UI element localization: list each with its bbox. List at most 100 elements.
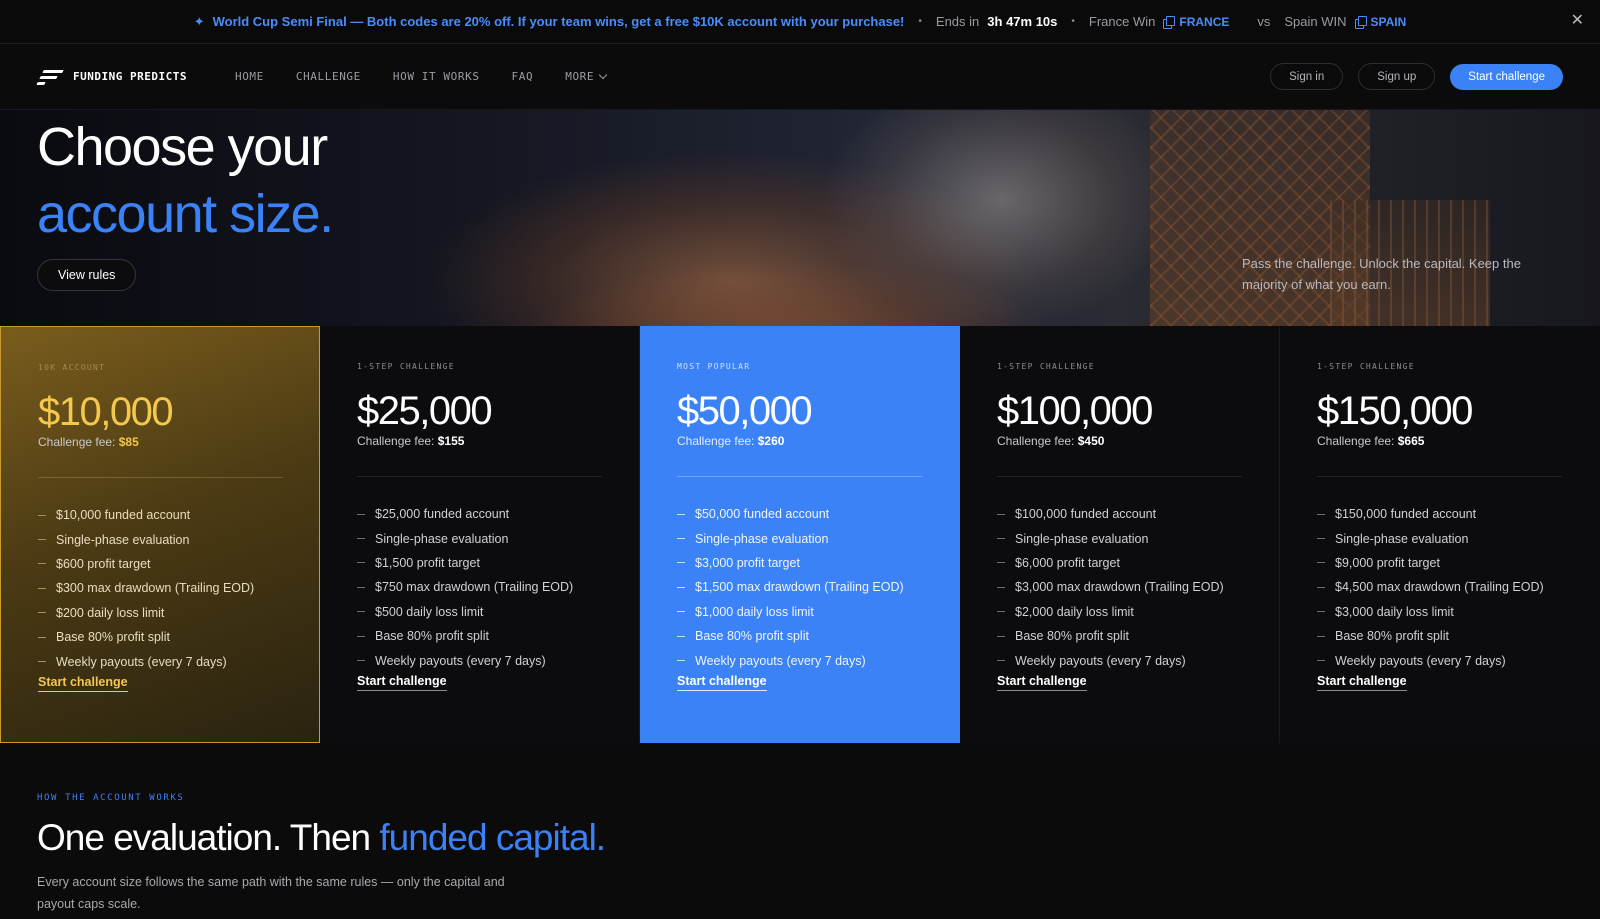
section-title: One evaluation. Then funded capital.	[37, 815, 737, 861]
feature-list: $10,000 funded account Single-phase eval…	[38, 503, 282, 674]
fee-value: $450	[1077, 434, 1105, 448]
copy-icon	[1354, 15, 1367, 29]
feature-item: Weekly payouts (every 7 days)	[357, 648, 602, 672]
feature-item: Base 80% profit split	[38, 625, 282, 649]
dash-icon	[357, 538, 365, 540]
spain-code: SPAIN	[1370, 14, 1407, 29]
dash-icon	[357, 635, 365, 637]
sparkle-icon: ✦	[193, 13, 205, 29]
fee-label: Challenge fee:	[38, 435, 116, 449]
plan-card-100k[interactable]: 1-STEP CHALLENGE $100,000 Challenge fee:…	[960, 326, 1280, 743]
feature-list: $150,000 funded account Single-phase eva…	[1317, 502, 1563, 673]
fee-label: Challenge fee:	[357, 434, 435, 448]
spain-code-button[interactable]: SPAIN	[1354, 14, 1407, 29]
feature-text: Weekly payouts (every 7 days)	[375, 653, 546, 668]
nav-challenge[interactable]: CHALLENGE	[296, 70, 361, 83]
start-challenge-link[interactable]: Start challenge	[357, 674, 447, 691]
feature-text: Base 80% profit split	[56, 630, 170, 645]
feature-item: $1,500 max drawdown (Trailing EOD)	[677, 575, 923, 599]
dash-icon	[38, 612, 46, 614]
feature-item: $1,500 profit target	[357, 551, 602, 575]
dash-icon	[997, 635, 1005, 637]
nav-home[interactable]: HOME	[235, 70, 264, 83]
divider	[38, 477, 283, 478]
dash-icon	[1317, 611, 1325, 613]
hero-section: Choose your account size. View rules Pas…	[0, 110, 1600, 326]
feature-item: $600 profit target	[38, 552, 282, 576]
dash-icon	[357, 586, 365, 588]
feature-item: $9,000 profit target	[1317, 551, 1563, 575]
feature-text: Single-phase evaluation	[1015, 531, 1149, 546]
separator-dot: •	[918, 16, 922, 27]
feature-item: $200 daily loss limit	[38, 601, 282, 625]
plan-card-25k[interactable]: 1-STEP CHALLENGE $25,000 Challenge fee: …	[320, 326, 640, 743]
feature-item: Base 80% profit split	[677, 624, 923, 648]
view-rules-button[interactable]: View rules	[37, 259, 137, 291]
divider	[1317, 476, 1562, 477]
dash-icon	[997, 586, 1005, 588]
feature-text: $2,000 daily loss limit	[1015, 604, 1134, 619]
feature-text: Single-phase evaluation	[1335, 531, 1469, 546]
plan-price: $10,000	[38, 390, 174, 434]
feature-text: Weekly payouts (every 7 days)	[1015, 653, 1186, 668]
plan-fee: Challenge fee: $85	[38, 435, 282, 449]
dash-icon	[1317, 586, 1325, 588]
nav-more-label: MORE	[565, 70, 595, 83]
feature-item: Base 80% profit split	[997, 624, 1242, 648]
feature-item: $4,500 max drawdown (Trailing EOD)	[1317, 575, 1563, 599]
dash-icon	[38, 539, 46, 541]
promo-banner: ✦ World Cup Semi Final — Both codes are …	[0, 0, 1600, 44]
dash-icon	[997, 660, 1005, 662]
start-challenge-link[interactable]: Start challenge	[1317, 674, 1407, 691]
sign-up-button[interactable]: Sign up	[1358, 63, 1436, 90]
plan-fee: Challenge fee: $260	[677, 434, 923, 448]
feature-text: Weekly payouts (every 7 days)	[695, 653, 866, 668]
feature-item: Single-phase evaluation	[38, 527, 282, 551]
france-code-button[interactable]: FRANCE	[1163, 15, 1229, 29]
feature-text: $100,000 funded account	[1015, 507, 1157, 522]
feature-item: Weekly payouts (every 7 days)	[38, 649, 282, 673]
feature-item: $750 max drawdown (Trailing EOD)	[357, 575, 602, 599]
fee-value: $260	[757, 434, 785, 448]
feature-text: $1,000 daily loss limit	[695, 604, 814, 619]
section-eyebrow: HOW THE ACCOUNT WORKS	[37, 793, 185, 803]
feature-text: Base 80% profit split	[1015, 629, 1129, 644]
brand-logo[interactable]: FUNDING PREDICTS	[36, 69, 187, 85]
feature-text: $500 daily loss limit	[375, 604, 484, 619]
dash-icon	[357, 611, 365, 613]
nav-more[interactable]: MORE	[565, 70, 608, 83]
dash-icon	[357, 562, 365, 564]
close-icon[interactable]: ✕	[1571, 12, 1584, 30]
feature-item: $3,000 profit target	[677, 551, 923, 575]
feature-item: $500 daily loss limit	[357, 600, 602, 624]
fee-label: Challenge fee:	[997, 434, 1075, 448]
feature-text: $50,000 funded account	[695, 507, 830, 522]
start-challenge-link[interactable]: Start challenge	[997, 674, 1087, 691]
copy-icon	[1163, 15, 1176, 29]
page-title: Choose your account size.	[37, 114, 334, 248]
logo-mark-icon	[36, 69, 64, 85]
sign-in-button[interactable]: Sign in	[1270, 63, 1344, 90]
feature-text: $3,000 max drawdown (Trailing EOD)	[1015, 580, 1224, 595]
plan-card-50k[interactable]: MOST POPULAR $50,000 Challenge fee: $260…	[640, 326, 960, 743]
plans-grid: 10K ACCOUNT $10,000 Challenge fee: $85 $…	[0, 326, 1600, 743]
team2-label: Spain WIN	[1284, 14, 1347, 29]
dash-icon	[1317, 660, 1325, 662]
start-challenge-button[interactable]: Start challenge	[1450, 63, 1563, 90]
feature-item: $300 max drawdown (Trailing EOD)	[38, 576, 282, 600]
dash-icon	[1317, 538, 1325, 540]
plan-card-150k[interactable]: 1-STEP CHALLENGE $150,000 Challenge fee:…	[1280, 326, 1600, 743]
dash-icon	[38, 587, 46, 589]
fee-value: $665	[1397, 434, 1425, 448]
feature-text: $150,000 funded account	[1335, 507, 1477, 522]
plan-tag: 10K ACCOUNT	[38, 363, 106, 372]
start-challenge-link[interactable]: Start challenge	[677, 674, 767, 691]
feature-text: Base 80% profit split	[695, 629, 809, 644]
plan-card-10k[interactable]: 10K ACCOUNT $10,000 Challenge fee: $85 $…	[0, 326, 320, 743]
nav-faq[interactable]: FAQ	[512, 70, 534, 83]
dash-icon	[677, 586, 685, 588]
dash-icon	[677, 635, 685, 637]
nav-how-it-works[interactable]: HOW IT WORKS	[393, 70, 480, 83]
feature-text: $3,000 profit target	[695, 555, 800, 570]
start-challenge-link[interactable]: Start challenge	[38, 675, 128, 692]
